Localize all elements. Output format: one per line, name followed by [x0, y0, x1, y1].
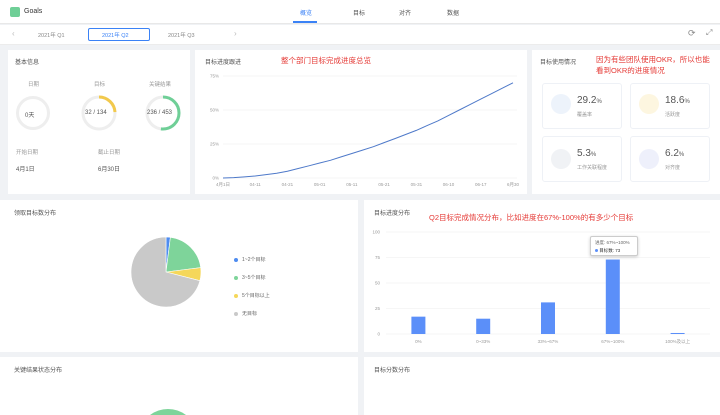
- period-bar: ‹ 2021年 Q1 2021年 Q2 2021年 Q3 › ⟳ ⤢: [0, 25, 720, 45]
- usage-label: 覆盖率: [577, 112, 593, 118]
- x-tick-label: 04-11: [250, 182, 262, 187]
- bar: [541, 302, 555, 334]
- usage-tile-coverage: 29.2% 覆盖率: [542, 83, 622, 129]
- usage-label: 工作关联程度: [577, 165, 608, 171]
- usage-value: 5.3%: [577, 148, 597, 159]
- x-tick-label: 04-21: [282, 182, 294, 187]
- y-tick-label: 0: [377, 332, 380, 337]
- refresh-icon[interactable]: ⟳: [688, 28, 696, 39]
- x-tick-label: 0%: [415, 339, 422, 344]
- period-current[interactable]: 2021年 Q2: [88, 28, 150, 41]
- days-label: 日期: [28, 82, 40, 88]
- card-title: 目标分数分布: [374, 368, 411, 374]
- pie-slice: [165, 236, 202, 273]
- bar: [476, 318, 491, 334]
- usage-value: 29.2%: [577, 95, 602, 106]
- x-tick-label: 05-01: [314, 182, 326, 187]
- card-title: 基本信息: [15, 60, 40, 66]
- start-date-value: 4月1日: [16, 167, 35, 173]
- sun-icon: [639, 94, 659, 114]
- x-tick-label: 4月1日: [216, 182, 230, 188]
- usage-card: 目标使用情况 因为有些团队使用OKR，所以也能看到OKR的进度情况 29.2% …: [532, 50, 720, 194]
- period-current-label: 2021年 Q2: [102, 33, 129, 39]
- y-tick-label: 50: [375, 281, 381, 286]
- app-title: Goals: [24, 8, 43, 15]
- chart-icon: [551, 94, 571, 114]
- y-tick-label: 75: [375, 255, 381, 260]
- annotation-note: 因为有些团队使用OKR，所以也能看到OKR的进度情况: [596, 55, 710, 75]
- goals-label: 目标: [94, 82, 106, 88]
- y-tick-label: 75%: [210, 74, 219, 79]
- tab-active-underline: [293, 21, 317, 23]
- period-next[interactable]: 2021年 Q3: [168, 31, 195, 39]
- chevron-left-icon[interactable]: ‹: [12, 29, 15, 38]
- y-tick-label: 50%: [210, 108, 219, 113]
- kr-pie-chart: [130, 236, 202, 308]
- kr-status-pie-partial: [150, 409, 186, 415]
- usage-value: 6.2%: [665, 148, 685, 159]
- tab-data[interactable]: 数据: [447, 8, 459, 17]
- x-tick-label: 05-31: [411, 182, 423, 187]
- kr-status-card: 关键结果状态分布: [0, 357, 358, 415]
- chart-tooltip: 进度: 67%~100% 目标数: 73: [590, 236, 638, 256]
- usage-tile-activity: 18.6% 活跃度: [630, 83, 710, 129]
- days-value: 0天: [25, 113, 35, 119]
- basic-info-card: 基本信息 日期 0天 目标 32 / 134 关键结果 236 / 453 开始…: [8, 50, 190, 194]
- app-logo-icon: [10, 7, 20, 17]
- end-date-label: 截止日期: [98, 150, 121, 156]
- y-tick-label: 100: [372, 230, 380, 235]
- x-tick-label: 0~33%: [476, 339, 490, 344]
- bar: [411, 316, 426, 334]
- kr-value: 236 / 453: [147, 110, 173, 116]
- goals-value: 32 / 134: [85, 110, 107, 116]
- progress-chart-card: 目标进度跟进 整个部门目标完成进度总览 0% 25% 50% 75% 4月1日 04-11…: [195, 50, 527, 194]
- x-tick-label: 67%~100%: [601, 339, 624, 344]
- x-tick-label: 33%~67%: [538, 339, 559, 344]
- usage-tile-alignment: 6.2% 对齐度: [630, 136, 710, 182]
- distribution-card: 目标进度分布 Q2目标完成情况分布，比如进度在67%-100%的有多少个目标 0…: [364, 200, 720, 352]
- distribution-bar-chart: 0 25 50 75 100 0% 0~33% 33%~67% 67%~100% 100%及以上: [372, 230, 710, 345]
- card-title: 关键结果状态分布: [14, 368, 63, 374]
- score-distribution-card: 目标分数分布: [364, 357, 720, 415]
- usage-tile-work-link: 5.3% 工作关联程度: [542, 136, 622, 182]
- x-tick-label: 6月30: [507, 182, 520, 188]
- usage-value: 18.6%: [665, 95, 690, 106]
- x-tick-label: 100%及以上: [665, 338, 691, 345]
- x-tick-label: 05-21: [378, 182, 390, 187]
- kr-label: 关键结果: [149, 82, 172, 88]
- tab-align[interactable]: 对齐: [399, 8, 411, 17]
- tooltip-title: 进度: 67%~100%: [595, 240, 630, 245]
- kr-pie-card: 领取目标数分布 1~2个目标 3~5个目标 5个目标以上 无目标: [0, 200, 358, 352]
- chevron-right-icon[interactable]: ›: [234, 29, 237, 38]
- bar: [605, 259, 620, 334]
- tab-overview[interactable]: 概览: [300, 8, 312, 17]
- progress-series-line: [222, 82, 514, 179]
- start-date-label: 开始日期: [16, 150, 39, 156]
- top-bar: Goals 概览 目标 对齐 数据: [0, 0, 720, 24]
- card-title: 目标使用情况: [540, 60, 577, 66]
- x-tick-label: 05-11: [346, 182, 358, 187]
- tab-goals[interactable]: 目标: [353, 8, 365, 17]
- y-tick-label: 25%: [210, 142, 219, 147]
- tooltip-row: 目标数: 73: [595, 248, 620, 254]
- end-date-value: 6月30日: [98, 167, 121, 173]
- usage-label: 活跃度: [665, 112, 681, 118]
- bar: [670, 332, 685, 334]
- y-tick-label: 25: [375, 306, 381, 311]
- usage-label: 对齐度: [665, 165, 681, 171]
- x-tick-label: 06-17: [475, 182, 487, 187]
- fullscreen-icon[interactable]: ⤢: [706, 28, 712, 38]
- x-tick-label: 06-10: [443, 182, 455, 187]
- progress-line-chart: 0% 25% 50% 75% 4月1日 04-11 04-21 05-01 05-11 05-21…: [210, 74, 520, 189]
- link-icon: [551, 149, 571, 169]
- period-prev[interactable]: 2021年 Q1: [38, 31, 65, 39]
- bulb-icon: [639, 149, 659, 169]
- card-title: 领取目标数分布: [14, 211, 57, 217]
- y-tick-label: 0%: [212, 176, 219, 181]
